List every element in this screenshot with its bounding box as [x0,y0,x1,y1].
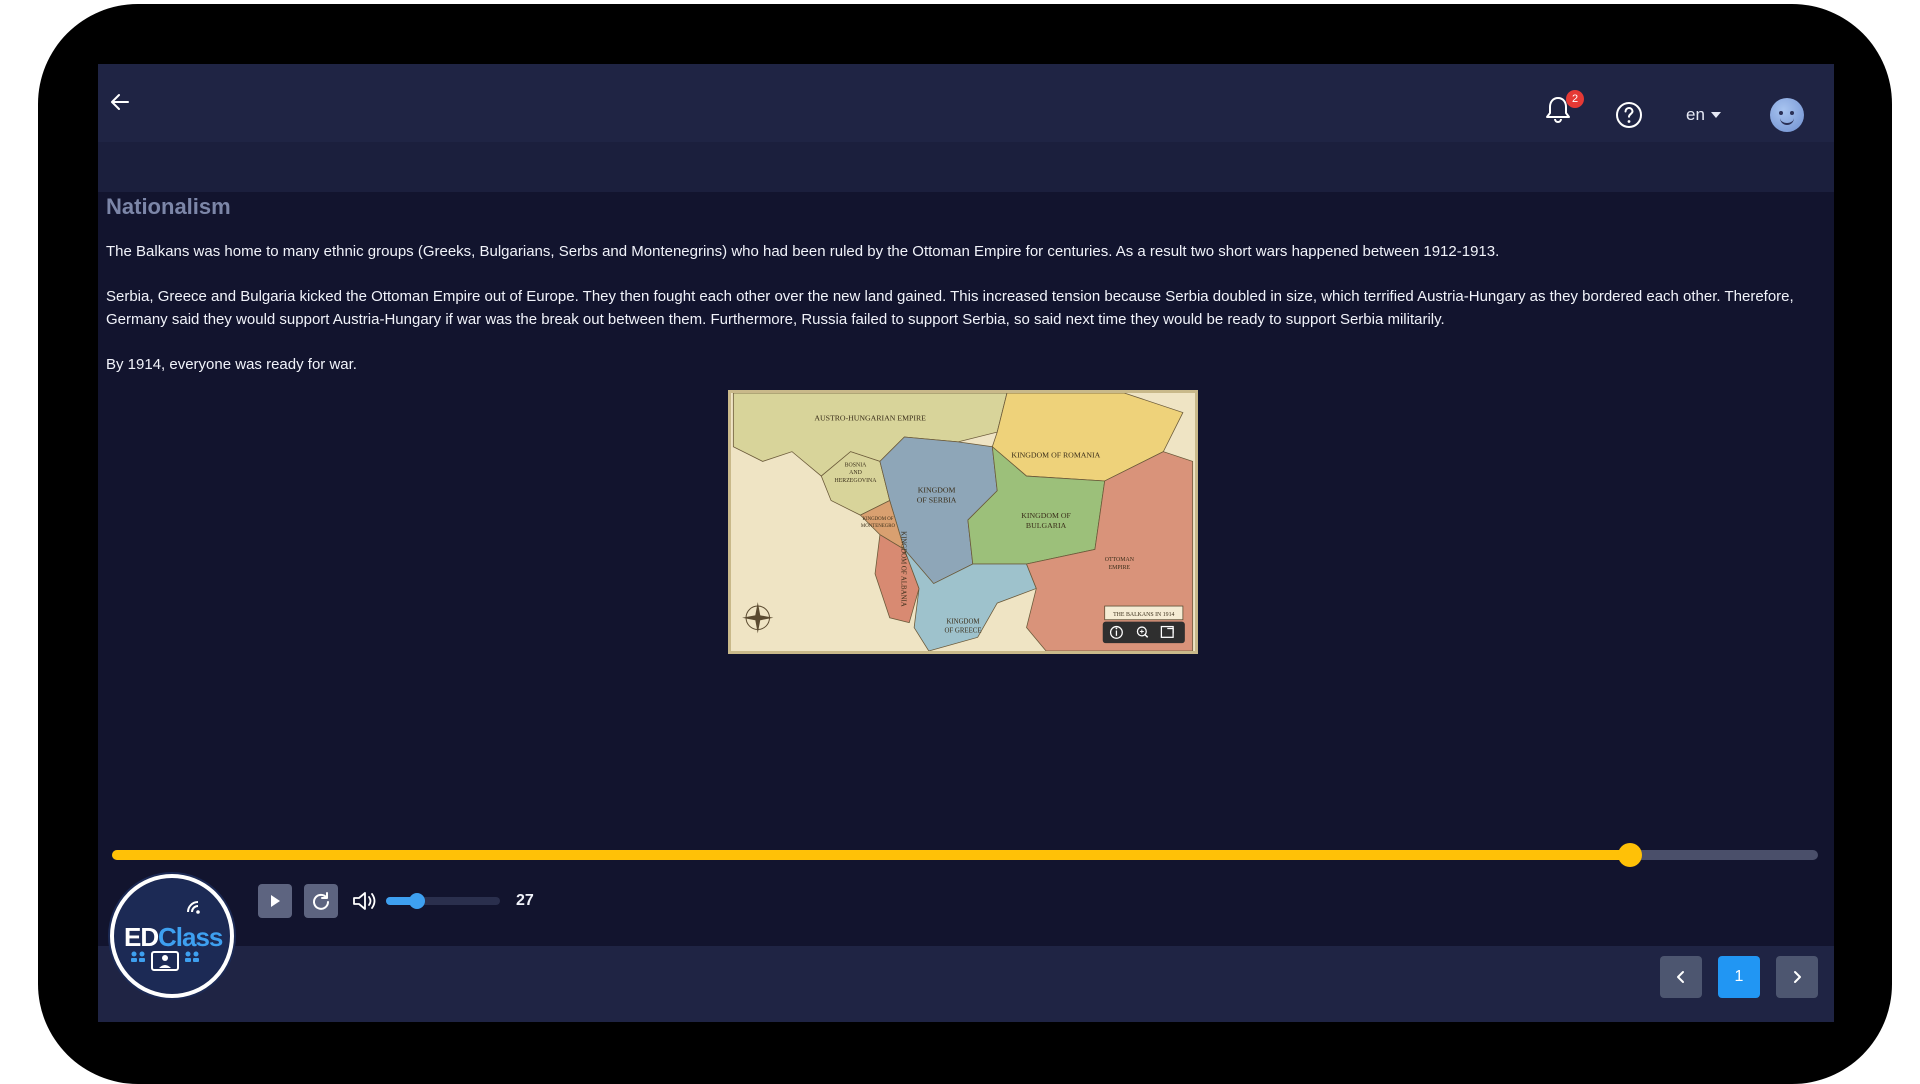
logo-text-ed: ED [124,922,159,952]
app-screen: 2 en Nationalism The Balkans was home to… [98,64,1834,1022]
map-label: KINGDOM OF ALBANIA [899,531,906,607]
map-label: AUSTRO-HUNGARIAN EMPIRE [814,413,926,422]
chevron-right-icon [1794,971,1801,983]
volume-slider[interactable] [386,893,500,909]
play-button[interactable] [258,884,292,918]
help-icon[interactable] [1614,100,1644,130]
chevron-left-icon [1677,971,1684,983]
logo-text-class: Class [158,922,223,952]
timeline-slider[interactable] [112,843,1818,867]
map-label: KINGDOM [918,486,956,495]
sub-bar [98,142,1834,192]
balkans-map-svg: AUSTRO-HUNGARIAN EMPIRE KINGDOM OF ROMAN… [732,393,1194,651]
play-icon [271,895,280,907]
map-label: AND [849,470,862,476]
avatar[interactable] [1770,98,1804,132]
replay-button[interactable] [304,884,338,918]
map-label: OF SERBIA [917,495,957,504]
lesson-paragraph: The Balkans was home to many ethnic grou… [106,243,1500,260]
map-label: KINGDOM [946,619,979,626]
map-toolbar [1102,621,1185,644]
map-label: KINGDOM OF [1021,511,1071,520]
map-label: MONTENEGRO [861,524,896,529]
volume-value: 27 [516,892,534,909]
timeline-progress [112,850,1631,860]
bottom-bar [98,946,1834,1022]
page-number-button[interactable]: 1 [1718,956,1760,998]
volume-icon[interactable] [352,890,378,912]
map-label: HERZEGOVINA [835,478,878,484]
page-title: Nationalism [106,194,231,219]
next-page-button[interactable] [1776,956,1818,998]
chevron-down-icon [1710,112,1721,118]
previous-page-button[interactable] [1660,956,1702,998]
map-label: BULGARIA [1026,521,1067,530]
language-label: en [1686,105,1705,124]
lesson-paragraph: Serbia, Greece and Bulgaria kicked the O… [106,288,1794,328]
map-label: OF GREECE [945,627,982,634]
volume-handle[interactable] [408,893,425,909]
map-label: EMPIRE [1109,565,1131,571]
edclass-logo: ED Class [110,874,234,998]
map-label: BOSNIA [845,462,868,468]
back-arrow-icon[interactable] [108,90,132,114]
language-selector[interactable]: en [1686,104,1721,126]
timeline-handle[interactable] [1618,843,1643,867]
map-caption-box: THE BALKANS IN 1914 [1104,605,1184,621]
replay-icon [313,892,329,910]
lesson-content: Nationalism The Balkans was home to many… [106,194,1826,376]
map-label: KINGDOM OF ROMANIA [1011,451,1100,460]
map-label: KINGDOM OF [862,517,893,522]
balkans-map-image[interactable]: AUSTRO-HUNGARIAN EMPIRE KINGDOM OF ROMAN… [728,390,1198,654]
map-label: OTTOMAN [1105,557,1135,563]
map-caption: THE BALKANS IN 1914 [1113,612,1174,618]
lesson-paragraph: By 1914, everyone was ready for war. [106,356,357,373]
notification-badge: 2 [1566,90,1584,108]
